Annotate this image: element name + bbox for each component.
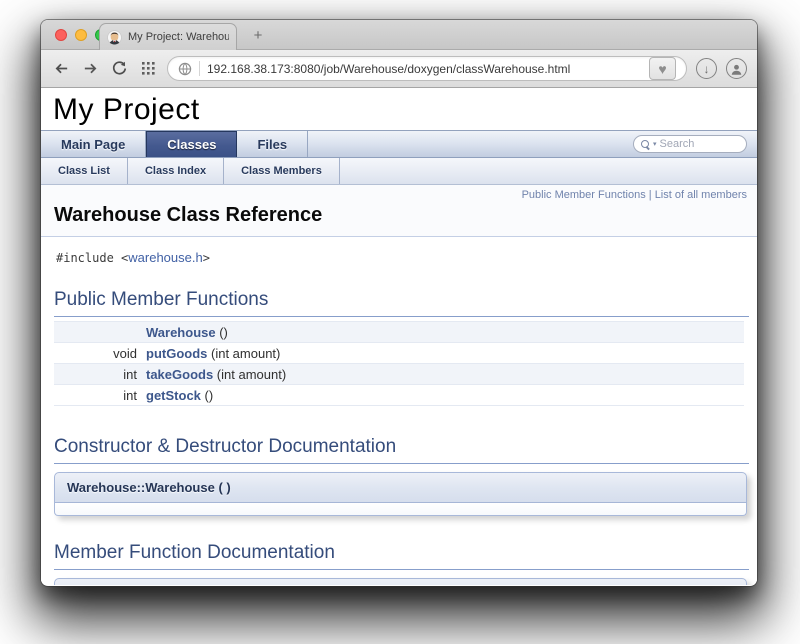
member-return-type	[54, 321, 146, 343]
member-params: ()	[200, 387, 214, 403]
address-bar[interactable]: ♥	[167, 56, 687, 81]
member-function-link[interactable]: takeGoods	[146, 367, 213, 382]
summary-separator: |	[648, 189, 652, 201]
browser-toolbar: ♥ ↓	[41, 50, 757, 88]
close-window-button[interactable]	[55, 29, 67, 41]
member-function-link[interactable]: getStock	[146, 388, 201, 403]
member-return-type: void	[54, 342, 146, 364]
heart-icon: ♥	[658, 60, 667, 77]
search-icon[interactable]	[641, 139, 650, 149]
ctor-signature: Warehouse::Warehouse ( )	[54, 472, 747, 503]
member-function-link[interactable]: Warehouse	[146, 325, 216, 340]
url-input[interactable]	[207, 61, 642, 76]
table-row: Warehouse ()	[54, 321, 745, 343]
apps-grid-icon	[141, 62, 155, 75]
member-params: (int amount)	[207, 345, 281, 361]
reload-button[interactable]	[109, 59, 129, 79]
member-params: (int amount)	[213, 366, 287, 382]
downloads-button[interactable]: ↓	[696, 58, 717, 79]
url-separator	[199, 61, 200, 76]
member-function-documentation-heading: Member Function Documentation	[54, 542, 749, 570]
page-viewport[interactable]: My Project Main Page Classes Files ▾ Cla…	[41, 88, 757, 585]
getstock-doc-item: int Warehouse::getStock ( )	[54, 578, 747, 585]
profile-person-icon	[731, 64, 742, 75]
include-directive: #include	[56, 251, 114, 265]
tab-class-index[interactable]: Class Index	[128, 158, 225, 184]
member-function-link[interactable]: putGoods	[146, 346, 207, 361]
summary-links: Public Member Functions | List of all me…	[54, 189, 747, 201]
page-title: Warehouse Class Reference	[54, 204, 323, 226]
getstock-signature: int Warehouse::getStock ( )	[54, 578, 747, 585]
new-tab-button[interactable]: +	[247, 26, 269, 46]
table-row: int takeGoods (int amount)	[54, 363, 745, 385]
member-params: ()	[215, 324, 228, 340]
tab-title: My Project: Warehouse Class Reference	[128, 31, 229, 43]
apps-grid-button[interactable]	[138, 59, 158, 79]
member-return-type: int	[54, 363, 146, 385]
back-button[interactable]	[51, 59, 71, 79]
tab-classes[interactable]: Classes	[146, 131, 238, 157]
tab-main-page[interactable]: Main Page	[41, 131, 147, 157]
forward-arrow-icon	[84, 63, 96, 74]
tab-class-members[interactable]: Class Members	[224, 158, 340, 184]
profile-button[interactable]	[726, 58, 747, 79]
search-box[interactable]: ▾	[633, 135, 747, 153]
ctor-dtor-documentation-heading: Constructor & Destructor Documentation	[54, 436, 749, 464]
ctor-doc-item: Warehouse::Warehouse ( )	[54, 472, 747, 516]
include-file-link[interactable]: warehouse.h	[128, 250, 202, 265]
minimize-window-button[interactable]	[75, 29, 87, 41]
table-row: void putGoods (int amount)	[54, 342, 745, 364]
main-nav-tabs: Main Page Classes Files ▾	[41, 130, 757, 158]
reload-icon	[112, 61, 126, 75]
public-member-functions-link[interactable]: Public Member Functions	[522, 189, 646, 201]
member-functions-table: Warehouse () void putGoods (int amount) …	[54, 321, 745, 406]
forward-button[interactable]	[80, 59, 100, 79]
project-name: My Project	[53, 93, 200, 126]
back-arrow-icon	[55, 63, 67, 74]
bookmark-heart-button[interactable]: ♥	[649, 57, 676, 80]
title-area: My Project	[41, 88, 757, 130]
member-return-type: int	[54, 384, 146, 406]
list-of-all-members-link[interactable]: List of all members	[655, 189, 747, 201]
include-close-bracket: >	[202, 251, 210, 265]
public-member-functions-heading: Public Member Functions	[54, 289, 749, 317]
page-contents: #include <warehouse.h> Public Member Fun…	[41, 250, 757, 585]
page-header: Public Member Functions | List of all me…	[41, 185, 757, 237]
tab-class-list[interactable]: Class List	[41, 158, 128, 184]
tab-files[interactable]: Files	[237, 131, 309, 157]
browser-window: My Project: Warehouse Class Reference +	[41, 20, 757, 586]
ctor-doc-body	[54, 503, 747, 516]
include-line: #include <warehouse.h>	[56, 250, 751, 265]
browser-tab[interactable]: My Project: Warehouse Class Reference	[99, 23, 237, 50]
search-input[interactable]	[659, 138, 730, 150]
download-arrow-icon: ↓	[703, 61, 710, 76]
site-globe-icon	[178, 62, 192, 76]
search-area: ▾	[633, 131, 757, 157]
sub-nav-tabs: Class List Class Index Class Members	[41, 158, 757, 185]
browser-tab-strip: My Project: Warehouse Class Reference +	[41, 20, 757, 50]
jenkins-favicon-icon	[107, 29, 122, 45]
table-row: int getStock ()	[54, 384, 745, 406]
search-caret-icon[interactable]: ▾	[653, 141, 657, 148]
